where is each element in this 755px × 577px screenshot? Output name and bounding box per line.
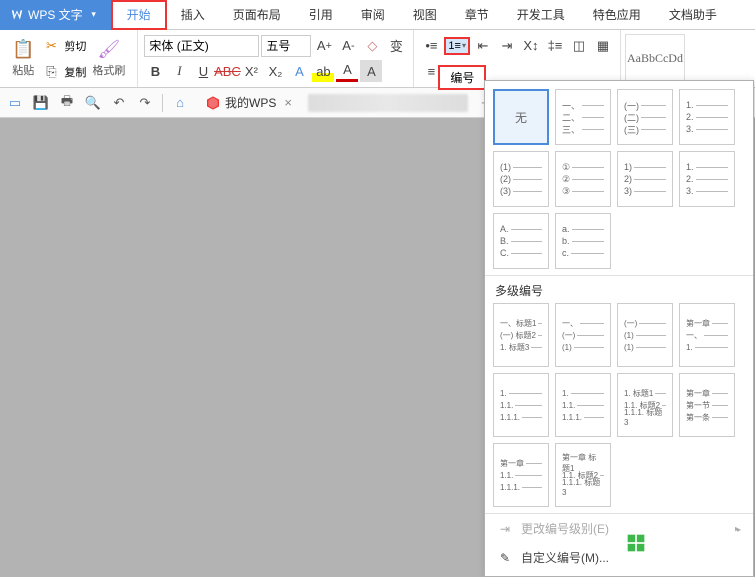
numbering-tooltip-label: 编号 bbox=[438, 65, 486, 90]
paste-button[interactable]: 📋 粘贴 bbox=[6, 37, 40, 80]
wps-cube-icon bbox=[205, 95, 221, 111]
tab-page-layout[interactable]: 页面布局 bbox=[219, 0, 295, 30]
redo-icon[interactable]: ↷ bbox=[136, 94, 154, 112]
chevron-down-icon: ▾ bbox=[462, 41, 466, 50]
print-icon[interactable]: 🖶 bbox=[58, 94, 76, 112]
font-name-select[interactable] bbox=[144, 35, 259, 57]
tab-review[interactable]: 审阅 bbox=[347, 0, 399, 30]
increase-font-icon[interactable]: A+ bbox=[313, 35, 335, 57]
font-color-icon[interactable]: A bbox=[336, 60, 358, 82]
indent-icon: ⇥ bbox=[497, 522, 513, 536]
app-name: WPS 文字 bbox=[28, 6, 83, 23]
tab-start[interactable]: 开始 bbox=[111, 0, 167, 30]
numbering-option-4[interactable]: ①②③ bbox=[555, 151, 611, 207]
close-icon[interactable]: × bbox=[284, 95, 292, 110]
numbering-button[interactable]: 1≡ ▾ bbox=[444, 37, 470, 55]
multilevel-option-3[interactable]: 第一章一、1. bbox=[679, 303, 735, 367]
multilevel-option-2[interactable]: (一)(1)(1) bbox=[617, 303, 673, 367]
wps-w-icon bbox=[10, 8, 24, 22]
numbering-option-2[interactable]: 1.2.3. bbox=[679, 89, 735, 145]
numbering-option-7[interactable]: A.B.C. bbox=[493, 213, 549, 269]
tab-special[interactable]: 特色应用 bbox=[579, 0, 655, 30]
borders-icon[interactable]: ▦ bbox=[592, 35, 614, 57]
tab-view[interactable]: 视图 bbox=[399, 0, 451, 30]
decrease-font-icon[interactable]: A- bbox=[337, 35, 359, 57]
font-size-select[interactable] bbox=[261, 35, 311, 57]
numbering-dropdown-panel: 无 一、二、三、(一)(二)(三)1.2.3. (1)(2)(3)①②③1)2)3… bbox=[484, 80, 754, 577]
shading-icon[interactable]: ◫ bbox=[568, 35, 590, 57]
my-wps-tab[interactable]: 我的WPS × bbox=[197, 94, 300, 111]
highlight-icon[interactable]: ab bbox=[312, 60, 334, 82]
tab-references[interactable]: 引用 bbox=[295, 0, 347, 30]
paragraph-group: •≡ 1≡ ▾ 编号 ⇤ ⇥ X↕ ‡≡ ◫ ▦ ≡ bbox=[414, 30, 621, 87]
char-shading-icon[interactable]: A bbox=[360, 60, 382, 82]
copy-label[interactable]: 复制 bbox=[64, 64, 86, 80]
watermark: 纯净版系统之家 www.ycwjzy.com bbox=[626, 531, 743, 555]
app-dropdown-icon[interactable]: ▾ bbox=[87, 9, 101, 20]
new-icon[interactable]: ▭ bbox=[6, 94, 24, 112]
pencil-icon: ✎ bbox=[497, 551, 513, 565]
numbering-option-5[interactable]: 1)2)3) bbox=[617, 151, 673, 207]
underline-button[interactable]: U bbox=[192, 60, 214, 82]
watermark-brand: 纯净版系统之家 bbox=[652, 531, 743, 545]
multilevel-option-1[interactable]: 一、(一)(1) bbox=[555, 303, 611, 367]
multilevel-option-5[interactable]: 1.1.1.1.1.1. bbox=[555, 373, 611, 437]
multilevel-option-9[interactable]: 第一章 标题11.1. 标题21.1.1. 标题3 bbox=[555, 443, 611, 507]
subscript-button[interactable]: X₂ bbox=[264, 60, 286, 82]
sort-icon[interactable]: X↕ bbox=[520, 35, 542, 57]
multilevel-option-7[interactable]: 第一章第一节第一条 bbox=[679, 373, 735, 437]
numbering-option-none[interactable]: 无 bbox=[493, 89, 549, 145]
watermark-logo-icon bbox=[626, 533, 646, 553]
multilevel-numbering-grid: 一、标题1(一) 标题21. 标题3一、(一)(1)(一)(1)(1)第一章一、… bbox=[485, 303, 753, 513]
watermark-url: www.ycwjzy.com bbox=[652, 545, 743, 555]
multilevel-header: 多级编号 bbox=[485, 275, 753, 303]
tab-dev-tools[interactable]: 开发工具 bbox=[503, 0, 579, 30]
multilevel-option-0[interactable]: 一、标题1(一) 标题21. 标题3 bbox=[493, 303, 549, 367]
title-bar: WPS 文字 ▾ 开始 插入 页面布局 引用 审阅 视图 章节 开发工具 特色应… bbox=[0, 0, 755, 30]
numbering-option-6[interactable]: 1.2.3. bbox=[679, 151, 735, 207]
text-effects-icon[interactable]: A bbox=[288, 60, 310, 82]
pinyin-icon[interactable]: 变 bbox=[385, 35, 407, 57]
numbering-option-0[interactable]: 一、二、三、 bbox=[555, 89, 611, 145]
home-icon[interactable]: ⌂ bbox=[171, 94, 189, 112]
clear-format-icon[interactable]: ◇ bbox=[361, 35, 383, 57]
print-preview-icon[interactable]: 🔍 bbox=[84, 94, 102, 112]
format-painter-icon: 🖌 bbox=[97, 39, 120, 60]
clipboard-group: 📋 粘贴 ✂ 剪切 ⎘ 复制 🖌 格式刷 bbox=[0, 30, 138, 87]
app-logo[interactable]: WPS 文字 ▾ bbox=[0, 0, 111, 30]
increase-indent-icon[interactable]: ⇥ bbox=[496, 35, 518, 57]
strikethrough-button[interactable]: ABC bbox=[216, 60, 238, 82]
numbering-option-3[interactable]: (1)(2)(3) bbox=[493, 151, 549, 207]
font-group: A+ A- ◇ 变 B I U ABC X² X₂ A ab A A bbox=[138, 30, 414, 87]
superscript-button[interactable]: X² bbox=[240, 60, 262, 82]
cut-icon[interactable]: ✂ bbox=[40, 35, 62, 57]
tab-doc-helper[interactable]: 文档助手 bbox=[655, 0, 731, 30]
document-tab-blurred[interactable] bbox=[308, 94, 468, 112]
undo-icon[interactable]: ↶ bbox=[110, 94, 128, 112]
tab-sections[interactable]: 章节 bbox=[451, 0, 503, 30]
multilevel-option-8[interactable]: 第一章1.1.1.1.1. bbox=[493, 443, 549, 507]
save-icon[interactable]: 💾 bbox=[32, 94, 50, 112]
numbering-option-1[interactable]: (一)(二)(三) bbox=[617, 89, 673, 145]
paste-icon: 📋 bbox=[12, 39, 34, 60]
numbering-icon: 1≡ bbox=[448, 40, 461, 52]
bullets-icon[interactable]: •≡ bbox=[420, 35, 442, 57]
copy-icon[interactable]: ⎘ bbox=[40, 61, 62, 83]
bold-button[interactable]: B bbox=[144, 60, 166, 82]
line-spacing-icon[interactable]: ‡≡ bbox=[544, 35, 566, 57]
numbering-option-8[interactable]: a.b.c. bbox=[555, 213, 611, 269]
ribbon-tabs: 开始 插入 页面布局 引用 审阅 视图 章节 开发工具 特色应用 文档助手 bbox=[111, 0, 731, 30]
multilevel-option-4[interactable]: 1.1.1.1.1.1. bbox=[493, 373, 549, 437]
style-normal[interactable]: AaBbCcDd bbox=[625, 34, 685, 82]
cut-label[interactable]: 剪切 bbox=[64, 38, 86, 54]
multilevel-option-6[interactable]: 1. 标题11.1. 标题21.1.1. 标题3 bbox=[617, 373, 673, 437]
decrease-indent-icon[interactable]: ⇤ bbox=[472, 35, 494, 57]
simple-numbering-grid: 无 一、二、三、(一)(二)(三)1.2.3. (1)(2)(3)①②③1)2)3… bbox=[485, 81, 753, 275]
format-painter-button[interactable]: 🖌 格式刷 bbox=[86, 37, 131, 80]
separator bbox=[162, 94, 163, 112]
italic-button[interactable]: I bbox=[168, 60, 190, 82]
tab-insert[interactable]: 插入 bbox=[167, 0, 219, 30]
